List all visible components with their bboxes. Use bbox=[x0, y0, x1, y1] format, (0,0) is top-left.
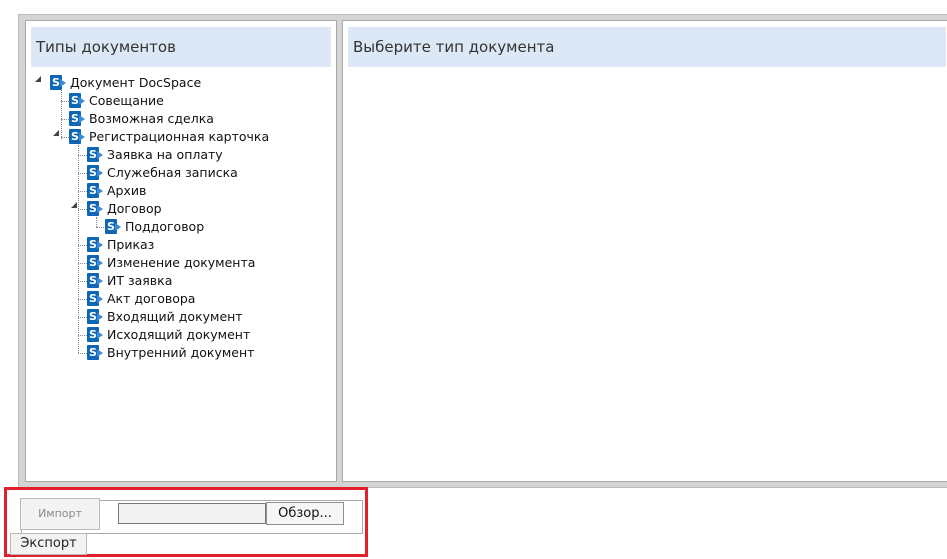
sharepoint-icon: S bbox=[69, 129, 86, 145]
collapse-arrow-icon[interactable] bbox=[35, 76, 42, 83]
tree-connector bbox=[78, 173, 87, 174]
tree-node-internal-document[interactable]: S Внутренний документ bbox=[87, 344, 254, 362]
tree-node-meeting[interactable]: S Совещание bbox=[69, 92, 164, 110]
document-types-panel: Типы документов S Документ DocSpace S Со… bbox=[25, 20, 337, 482]
sharepoint-icon: S bbox=[69, 111, 86, 127]
file-path-input[interactable] bbox=[118, 503, 266, 524]
tree-node-it-request[interactable]: S ИТ заявка bbox=[87, 272, 172, 290]
import-button[interactable]: Импорт bbox=[20, 498, 100, 530]
sharepoint-icon: S bbox=[87, 183, 104, 199]
sharepoint-icon: S bbox=[87, 273, 104, 289]
tree-node-label: ИТ заявка bbox=[107, 273, 173, 288]
export-button[interactable]: Экспорт bbox=[10, 533, 87, 555]
tree-node-memo[interactable]: S Служебная записка bbox=[87, 164, 238, 182]
tree-node-label: Документ DocSpace bbox=[70, 75, 202, 90]
tree-node-root[interactable]: S Документ DocSpace bbox=[50, 74, 201, 92]
tree-node-opportunity[interactable]: S Возможная сделка bbox=[69, 110, 214, 128]
tree-node-incoming-document[interactable]: S Входящий документ bbox=[87, 308, 243, 326]
app-root: Типы документов S Документ DocSpace S Со… bbox=[0, 0, 947, 559]
tree-connector bbox=[61, 101, 69, 102]
tree-node-label: Возможная сделка bbox=[89, 111, 214, 126]
tree-node-label: Заявка на оплату bbox=[107, 147, 223, 162]
document-details-panel: Выберите тип документа bbox=[342, 20, 947, 482]
tree-connector bbox=[78, 209, 87, 210]
sharepoint-icon: S bbox=[50, 75, 67, 91]
tree-node-label: Внутренний документ bbox=[107, 345, 255, 360]
tree-connector bbox=[78, 191, 87, 192]
tree-node-label: Договор bbox=[107, 201, 162, 216]
tree-node-label: Служебная записка bbox=[107, 165, 238, 180]
document-details-header: Выберите тип документа bbox=[348, 27, 946, 67]
sharepoint-icon: S bbox=[105, 219, 122, 235]
sharepoint-icon: S bbox=[69, 93, 86, 109]
tree-node-contract-act[interactable]: S Акт договора bbox=[87, 290, 195, 308]
sharepoint-icon: S bbox=[87, 345, 104, 361]
sharepoint-icon: S bbox=[87, 291, 104, 307]
tree-connector bbox=[61, 85, 62, 139]
tree-node-document-change[interactable]: S Изменение документа bbox=[87, 254, 255, 272]
tree-connector bbox=[78, 281, 87, 282]
tree-node-label: Архив bbox=[107, 183, 147, 198]
sharepoint-icon: S bbox=[87, 255, 104, 271]
tree-node-label: Регистрационная карточка bbox=[89, 129, 270, 144]
tree-node-order[interactable]: S Приказ bbox=[87, 236, 154, 254]
sharepoint-icon: S bbox=[87, 309, 104, 325]
tree-node-label: Совещание bbox=[89, 93, 164, 108]
tree-connector bbox=[78, 155, 87, 156]
browse-button[interactable]: Обзор... bbox=[266, 502, 344, 525]
sharepoint-icon: S bbox=[87, 147, 104, 163]
tree-node-label: Приказ bbox=[107, 237, 155, 252]
tree-connector bbox=[78, 145, 79, 353]
tree-connector bbox=[78, 299, 87, 300]
tree-node-label: Исходящий документ bbox=[107, 327, 251, 342]
collapse-arrow-icon[interactable] bbox=[53, 130, 60, 137]
tree-node-label: Акт договора bbox=[107, 291, 196, 306]
collapse-arrow-icon[interactable] bbox=[71, 202, 78, 209]
tree-node-outgoing-document[interactable]: S Исходящий документ bbox=[87, 326, 250, 344]
sharepoint-icon: S bbox=[87, 201, 104, 217]
tree-connector bbox=[78, 245, 87, 246]
sharepoint-icon: S bbox=[87, 165, 104, 181]
tree-connector bbox=[61, 137, 69, 138]
tree-node-archive[interactable]: S Архив bbox=[87, 182, 146, 200]
document-types-tree: S Документ DocSpace S Совещание S Возмож… bbox=[26, 21, 336, 481]
tree-node-label: Изменение документа bbox=[107, 255, 256, 270]
tree-connector bbox=[61, 119, 69, 120]
tree-connector bbox=[96, 217, 97, 227]
tree-node-label: Поддоговор bbox=[125, 219, 205, 234]
tree-node-label: Входящий документ bbox=[107, 309, 243, 324]
tree-connector bbox=[78, 335, 87, 336]
tree-node-subcontract[interactable]: S Поддоговор bbox=[105, 218, 204, 236]
tree-node-registration-card[interactable]: S Регистрационная карточка bbox=[69, 128, 269, 146]
tree-node-payment-request[interactable]: S Заявка на оплату bbox=[87, 146, 223, 164]
tree-connector bbox=[96, 227, 104, 228]
tree-connector bbox=[78, 353, 87, 354]
sharepoint-icon: S bbox=[87, 237, 104, 253]
tree-connector bbox=[78, 263, 87, 264]
tree-connector bbox=[78, 317, 87, 318]
tree-node-contract[interactable]: S Договор bbox=[87, 200, 162, 218]
sharepoint-icon: S bbox=[87, 327, 104, 343]
